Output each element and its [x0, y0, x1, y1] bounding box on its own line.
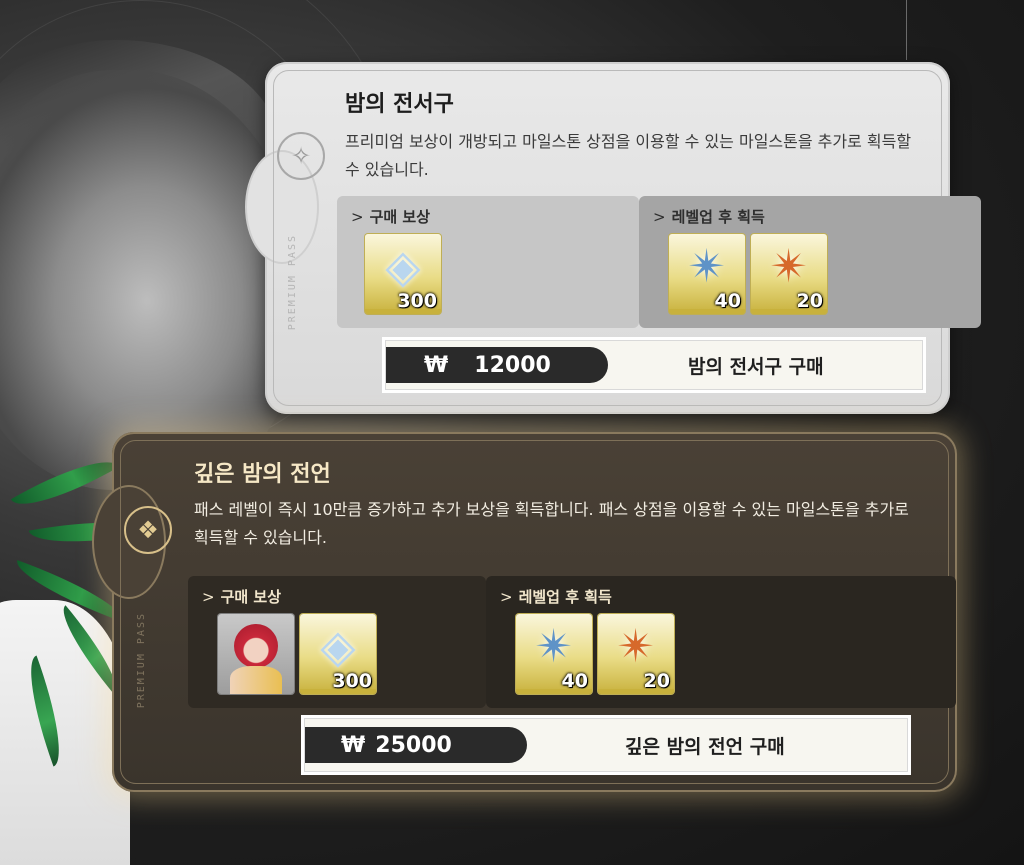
- orange-star-icon: ✴: [616, 619, 656, 673]
- price-tag: ₩ 25000: [305, 727, 527, 763]
- purchase-rewards-text: 구매 보상: [220, 588, 282, 606]
- price-amount: 12000: [474, 352, 551, 378]
- reward-item-character[interactable]: [218, 614, 294, 694]
- levelup-rewards-text: 레벨업 후 획득: [518, 588, 612, 606]
- levelup-rewards-box: > 레벨업 후 획득 ✴ 40 ✴ 20: [486, 576, 956, 708]
- item-rarity-bar: [669, 309, 745, 314]
- decorative-line: [906, 0, 907, 60]
- purchase-rewards-label: > 구매 보상: [351, 206, 430, 227]
- purchase-rewards-label: > 구매 보상: [202, 586, 281, 607]
- chevron-right-icon: >: [202, 588, 215, 606]
- blue-star-icon: ✴: [534, 619, 574, 673]
- pass-description: 패스 레벨이 즉시 10만큼 증가하고 추가 보상을 획득합니다. 패스 상점을…: [194, 500, 909, 547]
- price-amount: 25000: [375, 732, 452, 758]
- purchase-rewards-box: > 구매 보상 ◈ 300: [188, 576, 486, 708]
- reward-item-crystal[interactable]: ◈ 300: [365, 234, 441, 314]
- item-rarity-bar: [516, 689, 592, 694]
- item-rarity-bar: [598, 689, 674, 694]
- currency-symbol: ₩: [341, 732, 366, 758]
- blue-star-icon: ✴: [687, 239, 727, 293]
- chevron-right-icon: >: [653, 208, 666, 226]
- character-portrait-icon: [234, 624, 278, 668]
- pass-emblem-icon: ❖: [124, 506, 172, 554]
- vertical-pass-label: PREMIUM PASS: [287, 234, 298, 331]
- buy-basic-pass-button[interactable]: ₩ 12000 밤의 전서구 구매: [385, 340, 923, 390]
- pass-emblem-icon: ✧: [277, 132, 325, 180]
- reward-item-blue-star[interactable]: ✴ 40: [669, 234, 745, 314]
- levelup-rewards-label: > 레벨업 후 획득: [500, 586, 612, 607]
- item-rarity-bar: [751, 309, 827, 314]
- buy-premium-pass-button[interactable]: ₩ 25000 깊은 밤의 전언 구매: [304, 718, 908, 772]
- vertical-pass-label: PREMIUM PASS: [136, 612, 147, 709]
- item-rarity-bar: [365, 309, 441, 314]
- reward-item-crystal[interactable]: ◈ 300: [300, 614, 376, 694]
- pass-description: 프리미엄 보상이 개방되고 마일스톤 상점을 이용할 수 있는 마일스톤을 추가…: [345, 132, 912, 179]
- crystal-icon: ◈: [385, 239, 421, 293]
- pass-panel-premium: ❖ PREMIUM PASS 깊은 밤의 전언 패스 레벨이 즉시 10만큼 증…: [94, 432, 957, 792]
- price-tag: ₩ 12000: [386, 347, 608, 383]
- chevron-right-icon: >: [351, 208, 364, 226]
- levelup-rewards-box: > 레벨업 후 획득 ✴ 40 ✴ 20: [639, 196, 981, 328]
- item-rarity-bar: [300, 689, 376, 694]
- reward-item-orange-star[interactable]: ✴ 20: [751, 234, 827, 314]
- orange-star-icon: ✴: [769, 239, 809, 293]
- buy-button-label: 밤의 전서구 구매: [688, 355, 824, 378]
- crystal-icon: ◈: [320, 619, 356, 673]
- pass-title: 밤의 전서구: [345, 92, 454, 117]
- character-cloth: [0, 600, 130, 865]
- reward-item-blue-star[interactable]: ✴ 40: [516, 614, 592, 694]
- purchase-rewards-box: > 구매 보상 ◈ 300: [337, 196, 639, 328]
- levelup-rewards-label: > 레벨업 후 획득: [653, 206, 765, 227]
- chevron-right-icon: >: [500, 588, 513, 606]
- reward-item-orange-star[interactable]: ✴ 20: [598, 614, 674, 694]
- character-portrait-body: [230, 666, 282, 694]
- levelup-rewards-text: 레벨업 후 획득: [671, 208, 765, 226]
- buy-button-label: 깊은 밤의 전언 구매: [625, 735, 785, 758]
- pass-panel-basic: ✧ PREMIUM PASS 밤의 전서구 프리미엄 보상이 개방되고 마일스톤…: [247, 62, 981, 414]
- currency-symbol: ₩: [424, 352, 449, 378]
- pass-title: 깊은 밤의 전언: [194, 462, 331, 487]
- purchase-rewards-text: 구매 보상: [369, 208, 431, 226]
